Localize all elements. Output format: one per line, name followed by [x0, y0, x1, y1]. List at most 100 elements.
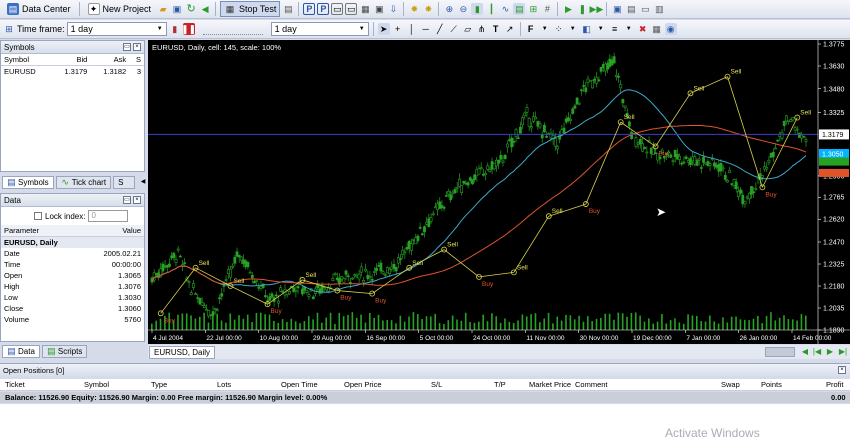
screenshot-icon[interactable]: ▣ [611, 3, 623, 15]
chevron-down-icon[interactable]: ▼ [539, 23, 551, 35]
tab-chart-eurusd[interactable]: EURUSD, Daily [149, 345, 216, 359]
open-folder-icon[interactable]: ▰ [157, 3, 169, 15]
col-bid[interactable]: Bid [52, 54, 91, 66]
col-tp[interactable]: T/P [494, 380, 506, 389]
speed-slider[interactable] [202, 23, 263, 35]
fast-forward-icon[interactable]: ▶▶ [589, 3, 603, 15]
expert-icon[interactable]: ✸ [422, 3, 434, 15]
timeframe-dropdown-2[interactable]: 1 day ▼ [270, 22, 369, 36]
zoom-out-icon[interactable]: ⊖ [457, 3, 469, 15]
color-icon[interactable]: ◧ [581, 23, 593, 35]
vertical-line-icon[interactable]: │ [406, 23, 418, 35]
col-value[interactable]: Value [70, 225, 144, 237]
stop-test-button[interactable]: ▦ Stop Test [220, 1, 281, 17]
bars-icon[interactable]: ┃ [485, 3, 497, 15]
col-swap[interactable]: Swap [721, 380, 740, 389]
col-open-price[interactable]: Open Price [344, 380, 382, 389]
grid-icon[interactable]: ▦ [359, 3, 371, 15]
tab-symbols[interactable]: ▤ Symbols [2, 176, 54, 189]
pitchfork-icon[interactable]: ⋔ [476, 23, 488, 35]
auto-scroll-icon[interactable]: ▤ [513, 3, 526, 15]
chart-scrollbar[interactable] [765, 347, 795, 357]
scroll-start-icon[interactable]: |◀ [811, 346, 823, 358]
signal-marker[interactable] [192, 264, 199, 271]
red-stop-icon[interactable]: ❚❚ [181, 23, 196, 35]
col-symbol[interactable]: Symbol [84, 380, 109, 389]
delete-objects-icon[interactable]: ✖ [637, 23, 649, 35]
col-symbol[interactable]: Symbol [1, 54, 52, 66]
tab-data[interactable]: ▤ Data [2, 345, 40, 358]
settings-icon[interactable]: ▤ [625, 3, 637, 15]
chart-shift-icon[interactable]: ⊞ [527, 3, 539, 15]
col-lots[interactable]: Lots [217, 380, 231, 389]
lock-index-input[interactable]: 0 [88, 210, 129, 222]
scroll-right-icon[interactable]: ▶ [824, 346, 836, 358]
properties-icon[interactable]: ▦ [651, 23, 663, 35]
angle-line-icon[interactable]: ⟋ [448, 23, 460, 35]
chart-canvas[interactable]: Buy Sell Sell Buy Sell Buy Buy Sell Sell Buy Sell S… [148, 40, 850, 344]
close-icon[interactable]: × [133, 43, 141, 51]
timeframe-dropdown[interactable]: 1 day ▼ [66, 22, 167, 36]
document-icon[interactable]: ▭ [331, 3, 344, 15]
document2-icon[interactable]: ▭ [345, 3, 358, 15]
objects-icon[interactable]: ⁘ [553, 23, 565, 35]
col-points[interactable]: Points [761, 380, 782, 389]
scroll-left-icon[interactable]: ◀ [799, 346, 811, 358]
restore-icon[interactable]: ▭ [123, 43, 131, 51]
window-icon[interactable]: ▣ [373, 3, 385, 15]
table-row[interactable]: EURUSD 1.3179 1.3182 3 [1, 66, 144, 78]
window-layout-icon[interactable]: ▭ [639, 3, 651, 15]
indicator-icon[interactable]: ✸ [408, 3, 420, 15]
trendline-icon[interactable]: ╱ [434, 23, 446, 35]
tile-icon[interactable]: ▥ [653, 3, 665, 15]
col-comment[interactable]: Comment [575, 380, 608, 389]
price-chart[interactable]: Buy Sell Sell Buy Sell Buy Buy Sell Sell Buy Sell S… [148, 40, 850, 344]
volume-bar [469, 322, 471, 330]
line-chart-icon[interactable]: ∿ [499, 3, 511, 15]
col-parameter[interactable]: Parameter [1, 225, 70, 237]
close-icon[interactable]: × [838, 366, 846, 374]
line-style-icon[interactable]: ≡ [609, 23, 621, 35]
play-icon[interactable]: ▶ [562, 3, 574, 15]
refresh-icon[interactable]: ↻ [185, 3, 197, 15]
horizontal-line-icon[interactable]: ─ [420, 23, 432, 35]
globe-icon[interactable]: ◉ [664, 23, 677, 35]
col-type[interactable]: Type [151, 380, 167, 389]
scroll-end-icon[interactable]: ▶| [837, 346, 849, 358]
tab-tick-chart[interactable]: ∿ Tick chart [55, 176, 112, 189]
back-icon[interactable]: ◀ [199, 3, 211, 15]
col-open-time[interactable]: Open Time [281, 380, 318, 389]
candles-icon[interactable]: ▮ [471, 3, 484, 15]
fibonacci-icon[interactable]: F [525, 23, 537, 35]
channel-icon[interactable]: ▱ [462, 23, 474, 35]
tick-icon[interactable]: ▮ [169, 23, 181, 35]
new-project-button[interactable]: ✦ New Project [84, 1, 156, 17]
tab-scripts[interactable]: ▤ Scripts [41, 345, 88, 358]
zoom-in-icon[interactable]: ⊕ [443, 3, 455, 15]
col-sl[interactable]: S/L [431, 380, 442, 389]
lock-index-checkbox[interactable] [34, 212, 42, 220]
parking-p2-icon[interactable]: P [317, 3, 330, 15]
grid-toggle-icon[interactable]: # [541, 3, 553, 15]
tab-s[interactable]: S [113, 176, 136, 189]
close-icon[interactable]: × [133, 196, 141, 204]
step-icon[interactable]: ▤ [282, 3, 294, 15]
chevron-down-icon[interactable]: ▼ [595, 23, 607, 35]
parking-p-icon[interactable]: P [303, 3, 316, 15]
col-ticket[interactable]: Ticket [5, 380, 25, 389]
col-market-price[interactable]: Market Price [529, 380, 571, 389]
export-icon[interactable]: ⇩ [387, 3, 399, 15]
pause-icon[interactable]: ❚ [576, 3, 588, 15]
col-spread[interactable]: S [129, 54, 144, 66]
chevron-down-icon[interactable]: ▼ [567, 23, 579, 35]
restore-icon[interactable]: ▭ [123, 196, 131, 204]
arrow-icon[interactable]: ↗ [504, 23, 516, 35]
chevron-down-icon[interactable]: ▼ [623, 23, 635, 35]
save-icon[interactable]: ▣ [171, 3, 183, 15]
data-center-button[interactable]: ▤ Data Center [3, 1, 75, 17]
col-ask[interactable]: Ask [90, 54, 129, 66]
col-profit[interactable]: Profit [826, 380, 844, 389]
cursor-icon[interactable]: ➤ [377, 23, 390, 35]
crosshair-icon[interactable]: + [392, 23, 404, 35]
text-icon[interactable]: T [490, 23, 502, 35]
